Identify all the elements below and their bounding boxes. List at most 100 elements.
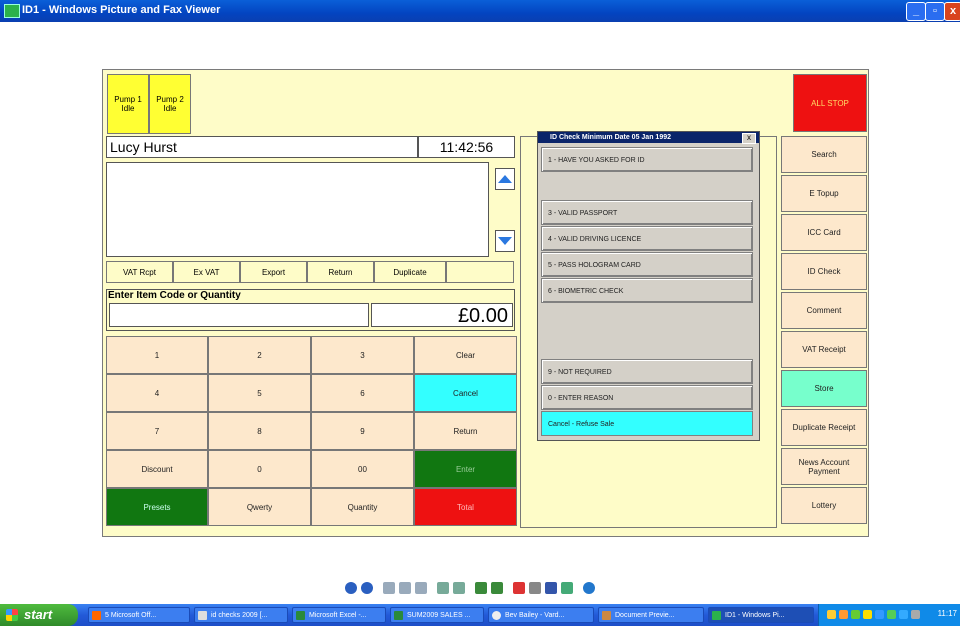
search-button[interactable]: Search — [781, 136, 867, 173]
actual-size-icon[interactable] — [399, 582, 411, 594]
pump-label: Pump 2 — [156, 95, 184, 104]
print-icon[interactable] — [529, 582, 541, 594]
return-button[interactable]: Return — [414, 412, 517, 450]
task-label: ID1 - Windows Pi... — [725, 612, 785, 619]
presets-button[interactable]: Presets — [106, 488, 208, 526]
task-label: Bev Bailey - Vard... — [505, 612, 565, 619]
tray-icon[interactable] — [887, 610, 896, 619]
option-biometric-check[interactable]: 6 - BIOMETRIC CHECK — [541, 278, 753, 303]
arrow-down-icon — [498, 237, 512, 245]
taskbar-item-office[interactable]: 5 Microsoft Off... — [88, 607, 190, 623]
export-button[interactable]: Export — [240, 261, 307, 283]
taskbar-item-sum2009[interactable]: SUM2009 SALES ... — [390, 607, 484, 623]
key-3[interactable]: 3 — [311, 336, 414, 374]
enter-button[interactable]: Enter — [414, 450, 517, 488]
clear-button[interactable]: Clear — [414, 336, 517, 374]
taskbar-item-bev-bailey[interactable]: Bev Bailey - Vard... — [488, 607, 594, 623]
duplicate-receipt-button[interactable]: Duplicate Receipt — [781, 409, 867, 446]
comment-button[interactable]: Comment — [781, 292, 867, 329]
key-6[interactable]: 6 — [311, 374, 414, 412]
option-valid-driving-licence[interactable]: 4 - VALID DRIVING LICENCE — [541, 226, 753, 251]
news-account-payment-button[interactable]: News Account Payment — [781, 448, 867, 485]
option-not-required[interactable]: 9 - NOT REQUIRED — [541, 359, 753, 384]
edit-icon[interactable] — [561, 582, 573, 594]
task-label: Document Previe... — [615, 612, 675, 619]
taskbar-item-id1-viewer[interactable]: ID1 - Windows Pi... — [708, 607, 814, 623]
help-icon[interactable] — [583, 582, 595, 594]
key-7[interactable]: 7 — [106, 412, 208, 450]
delete-icon[interactable] — [513, 582, 525, 594]
key-1[interactable]: 1 — [106, 336, 208, 374]
store-button[interactable]: Store — [781, 370, 867, 407]
best-fit-icon[interactable] — [383, 582, 395, 594]
pump-status: Idle — [121, 104, 135, 113]
tray-icon[interactable] — [911, 610, 920, 619]
pump-1-button[interactable]: Pump 1 Idle — [107, 74, 149, 134]
total-button[interactable]: Total — [414, 488, 517, 526]
scroll-up-button[interactable] — [495, 168, 515, 190]
previous-image-icon[interactable] — [345, 582, 357, 594]
qwerty-button[interactable]: Qwerty — [208, 488, 311, 526]
scroll-down-button[interactable] — [495, 230, 515, 252]
save-icon[interactable] — [545, 582, 557, 594]
tray-icon[interactable] — [851, 610, 860, 619]
pump-label: Pump 1 — [114, 95, 142, 104]
item-code-input[interactable] — [109, 303, 369, 327]
vat-receipt-button[interactable]: VAT Receipt — [781, 331, 867, 368]
cancel-button[interactable]: Cancel — [414, 374, 517, 412]
quantity-button[interactable]: Quantity — [311, 488, 414, 526]
id-check-dialog: ID Check Minimum Date 05 Jan 1992 x 1 - … — [537, 131, 760, 441]
lottery-button[interactable]: Lottery — [781, 487, 867, 524]
tray-icon[interactable] — [863, 610, 872, 619]
option-cancel-refuse-sale[interactable]: Cancel - Refuse Sale — [541, 411, 753, 436]
tray-icon[interactable] — [827, 610, 836, 619]
taskbar-clock: 11:17 — [937, 609, 957, 618]
taskbar-item-excel[interactable]: Microsoft Excel -... — [292, 607, 386, 623]
start-button[interactable]: start — [0, 604, 78, 626]
next-image-icon[interactable] — [361, 582, 373, 594]
zoom-in-icon[interactable] — [437, 582, 449, 594]
dialog-close-button[interactable]: x — [742, 133, 756, 144]
minimize-button[interactable]: _ — [906, 2, 926, 21]
taskbar-item-document-preview[interactable]: Document Previe... — [598, 607, 704, 623]
blank-tab — [446, 261, 514, 283]
taskbar: start 5 Microsoft Off... id checks 2009 … — [0, 604, 960, 626]
discount-button[interactable]: Discount — [106, 450, 208, 488]
close-button[interactable]: x — [944, 2, 960, 21]
tray-icon[interactable] — [839, 610, 848, 619]
e-topup-button[interactable]: E Topup — [781, 175, 867, 212]
option-valid-passport[interactable]: 3 - VALID PASSPORT — [541, 200, 753, 225]
icc-card-button[interactable]: ICC Card — [781, 214, 867, 251]
all-stop-button[interactable]: ALL STOP — [793, 74, 867, 132]
key-9[interactable]: 9 — [311, 412, 414, 450]
item-entry-panel: Enter Item Code or Quantity £0.00 — [106, 289, 515, 331]
rotate-counterclockwise-icon[interactable] — [491, 582, 503, 594]
key-00[interactable]: 00 — [311, 450, 414, 488]
slideshow-icon[interactable] — [415, 582, 427, 594]
option-pass-hologram-card[interactable]: 5 - PASS HOLOGRAM CARD — [541, 252, 753, 277]
taskbar-item-id-checks[interactable]: id checks 2009 [... — [194, 607, 288, 623]
id-check-button[interactable]: ID Check — [781, 253, 867, 290]
maximize-button[interactable]: ▫ — [925, 2, 945, 21]
duplicate-button[interactable]: Duplicate — [374, 261, 446, 283]
zoom-out-icon[interactable] — [453, 582, 465, 594]
key-2[interactable]: 2 — [208, 336, 311, 374]
option-have-you-asked-for-id[interactable]: 1 - HAVE YOU ASKED FOR ID — [541, 147, 753, 172]
key-4[interactable]: 4 — [106, 374, 208, 412]
start-label: start — [24, 607, 53, 622]
return-tab-button[interactable]: Return — [307, 261, 374, 283]
key-5[interactable]: 5 — [208, 374, 311, 412]
receipt-list[interactable] — [106, 162, 489, 257]
rotate-clockwise-icon[interactable] — [475, 582, 487, 594]
option-enter-reason[interactable]: 0 - ENTER REASON — [541, 385, 753, 410]
tray-icon[interactable] — [875, 610, 884, 619]
ex-vat-button[interactable]: Ex VAT — [173, 261, 240, 283]
task-label: SUM2009 SALES ... — [407, 612, 471, 619]
vat-rcpt-button[interactable]: VAT Rcpt — [106, 261, 173, 283]
messenger-icon — [492, 611, 501, 620]
window-title-bar[interactable]: ID1 - Windows Picture and Fax Viewer _ ▫… — [0, 0, 960, 22]
tray-icon[interactable] — [899, 610, 908, 619]
pump-2-button[interactable]: Pump 2 Idle — [149, 74, 191, 134]
key-8[interactable]: 8 — [208, 412, 311, 450]
key-0[interactable]: 0 — [208, 450, 311, 488]
